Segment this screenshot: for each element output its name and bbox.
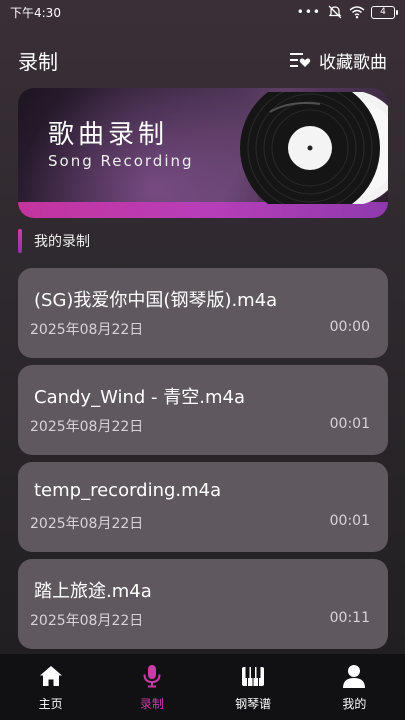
section-title: 我的录制	[34, 234, 90, 250]
nav-label-mine: 我的	[342, 696, 367, 711]
microphone-icon	[143, 664, 161, 687]
nav-item-piano-score[interactable]: 钢琴谱	[213, 663, 293, 712]
user-icon	[343, 664, 366, 688]
status-time: 下午4:30	[10, 5, 61, 20]
recording-name: (SG)我爱你中国(钢琴版).m4a	[34, 290, 278, 311]
recording-item[interactable]: Candy_Wind - 青空.m4a 2025年08月22日 00:01	[18, 365, 388, 455]
status-icons: ••• 4	[296, 5, 398, 19]
section-accent-bar	[18, 229, 22, 253]
header: 录制 收藏歌曲	[0, 42, 405, 78]
favorite-songs-label: 收藏歌曲	[319, 52, 387, 73]
recording-date: 2025年08月22日	[30, 516, 144, 532]
notification-dots: •••	[296, 5, 321, 19]
recording-duration: 00:01	[329, 513, 370, 529]
recording-item[interactable]: temp_recording.m4a 2025年08月22日 00:01	[18, 462, 388, 552]
recording-date: 2025年08月22日	[30, 322, 144, 338]
recording-item[interactable]: (SG)我爱你中国(钢琴版).m4a 2025年08月22日 00:00	[18, 268, 388, 358]
nav-label-recording: 录制	[139, 696, 164, 711]
nav-item-recording[interactable]: 录制	[112, 663, 192, 712]
banner-title: 歌曲录制	[48, 120, 169, 150]
vinyl-record-icon	[240, 92, 388, 204]
banner-stripe	[18, 202, 388, 218]
recording-duration: 00:00	[329, 319, 370, 335]
recording-name: temp_recording.m4a	[34, 480, 222, 501]
piano-icon	[242, 666, 265, 686]
favorite-list-icon	[290, 53, 311, 67]
song-recording-banner[interactable]: 歌曲录制 Song Recording	[18, 88, 388, 218]
recording-date: 2025年08月22日	[30, 419, 144, 435]
recording-date: 2025年08月22日	[30, 613, 144, 629]
mute-alarm-icon	[328, 5, 342, 19]
nav-item-home[interactable]: 主页	[11, 663, 91, 712]
my-recordings-header: 我的录制	[18, 228, 90, 254]
battery-icon: 4	[371, 5, 398, 19]
recording-item[interactable]: 踏上旅途.m4a 2025年08月22日 00:11	[18, 559, 388, 649]
bottom-nav: 主页 录制 钢琴谱 我的	[0, 654, 405, 720]
favorite-songs-button[interactable]: 收藏歌曲	[289, 48, 387, 73]
status-bar: 下午4:30 ••• 4	[0, 0, 405, 24]
nav-label-home: 主页	[38, 696, 63, 711]
page-title: 录制	[18, 49, 58, 74]
nav-label-piano-score: 钢琴谱	[235, 696, 272, 711]
banner-subtitle: Song Recording	[48, 152, 194, 170]
wifi-icon	[349, 6, 365, 19]
recording-name: Candy_Wind - 青空.m4a	[34, 387, 245, 408]
recording-duration: 00:11	[329, 610, 370, 626]
recordings-list: (SG)我爱你中国(钢琴版).m4a 2025年08月22日 00:00 Can…	[18, 268, 388, 656]
recording-duration: 00:01	[329, 416, 370, 432]
recording-name: 踏上旅途.m4a	[34, 581, 152, 602]
home-icon	[39, 665, 62, 686]
nav-item-mine[interactable]: 我的	[314, 663, 394, 712]
